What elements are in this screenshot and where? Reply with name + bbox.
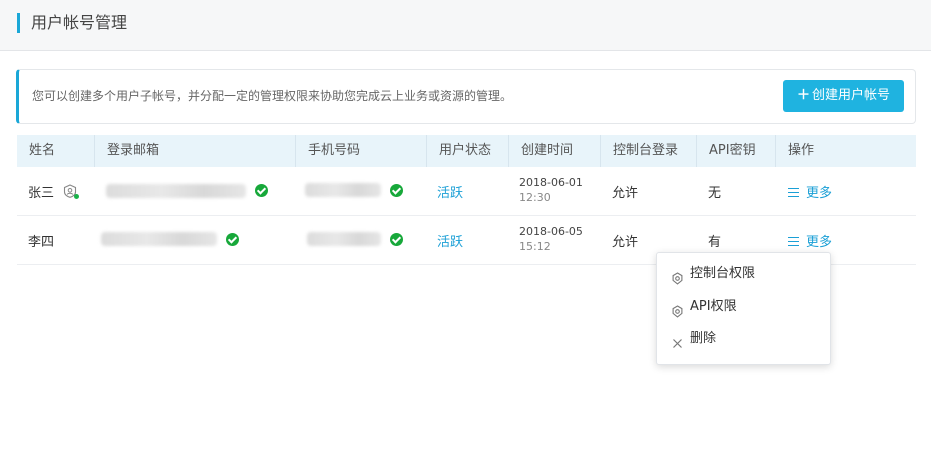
column-header-actions: 操作 bbox=[775, 135, 916, 167]
user-table: 姓名 登录邮箱 手机号码 用户状态 创建时间 控制台登录 API密钥 操作 张三… bbox=[17, 135, 916, 265]
more-label: 更多 bbox=[806, 186, 833, 201]
created-date: 2018-06-05 bbox=[519, 225, 583, 238]
plus-icon: ＋ bbox=[796, 88, 810, 103]
menu-item-console-permission[interactable]: 控制台权限 bbox=[657, 259, 830, 289]
column-header-name: 姓名 bbox=[29, 143, 56, 158]
more-actions-button[interactable]: 更多 bbox=[788, 182, 832, 201]
title-accent-bar bbox=[17, 13, 20, 33]
notice-text: 您可以创建多个用户子帐号，并分配一定的管理权限来协助您完成云上业务或资源的管理。 bbox=[32, 89, 513, 103]
gear-icon bbox=[671, 267, 684, 285]
gear-icon bbox=[671, 300, 684, 318]
phone-verified-icon bbox=[390, 233, 403, 246]
column-header-phone: 手机号码 bbox=[295, 135, 426, 167]
column-header-created: 创建时间 bbox=[508, 135, 600, 167]
phone-redacted bbox=[307, 232, 381, 246]
menu-item-label: 控制台权限 bbox=[690, 266, 756, 281]
api-key-value: 有 bbox=[708, 235, 722, 250]
email-redacted bbox=[106, 184, 246, 198]
table-row: 张三 活跃 2018-06-01 12:30 允许 无 更多 bbox=[17, 167, 916, 216]
created-clock: 15:12 bbox=[519, 240, 551, 253]
create-button-label: 创建用户帐号 bbox=[812, 88, 891, 103]
column-header-status: 用户状态 bbox=[426, 135, 508, 167]
created-time: 2018-06-01 12:30 bbox=[519, 175, 583, 205]
more-actions-dropdown: 控制台权限 API权限 删除 bbox=[656, 252, 831, 365]
menu-item-api-permission[interactable]: API权限 bbox=[657, 292, 830, 322]
menu-item-label: API权限 bbox=[690, 299, 737, 314]
user-name: 李四 bbox=[28, 235, 55, 250]
menu-item-delete[interactable]: 删除 bbox=[657, 324, 830, 354]
column-header-email: 登录邮箱 bbox=[94, 135, 295, 167]
phone-redacted bbox=[305, 183, 381, 197]
close-icon bbox=[671, 332, 684, 348]
table-header: 姓名 登录邮箱 手机号码 用户状态 创建时间 控制台登录 API密钥 操作 bbox=[17, 135, 916, 167]
created-clock: 12:30 bbox=[519, 191, 551, 204]
console-login-value: 允许 bbox=[612, 235, 639, 250]
user-status: 活跃 bbox=[437, 235, 464, 250]
online-indicator bbox=[74, 194, 79, 199]
menu-icon bbox=[788, 188, 799, 197]
user-status: 活跃 bbox=[437, 186, 464, 201]
user-name: 张三 bbox=[28, 186, 55, 201]
menu-icon bbox=[788, 237, 799, 246]
menu-item-label: 删除 bbox=[690, 331, 717, 346]
api-key-value: 无 bbox=[708, 186, 722, 201]
page-header: 用户帐号管理 bbox=[0, 0, 931, 51]
info-notice: 您可以创建多个用户子帐号，并分配一定的管理权限来协助您完成云上业务或资源的管理。 bbox=[16, 69, 916, 124]
more-actions-button[interactable]: 更多 bbox=[788, 231, 832, 250]
created-date: 2018-06-01 bbox=[519, 176, 583, 189]
email-verified-icon bbox=[255, 184, 268, 197]
column-header-console-login: 控制台登录 bbox=[600, 135, 696, 167]
create-user-account-button[interactable]: ＋创建用户帐号 bbox=[783, 80, 904, 112]
user-shield-icon bbox=[63, 183, 79, 199]
console-login-value: 允许 bbox=[612, 186, 639, 201]
column-header-api-key: API密钥 bbox=[696, 135, 775, 167]
phone-verified-icon bbox=[390, 184, 403, 197]
created-time: 2018-06-05 15:12 bbox=[519, 224, 583, 254]
email-redacted bbox=[101, 232, 217, 246]
email-verified-icon bbox=[226, 233, 239, 246]
more-label: 更多 bbox=[806, 235, 833, 250]
page-title: 用户帐号管理 bbox=[31, 13, 128, 32]
